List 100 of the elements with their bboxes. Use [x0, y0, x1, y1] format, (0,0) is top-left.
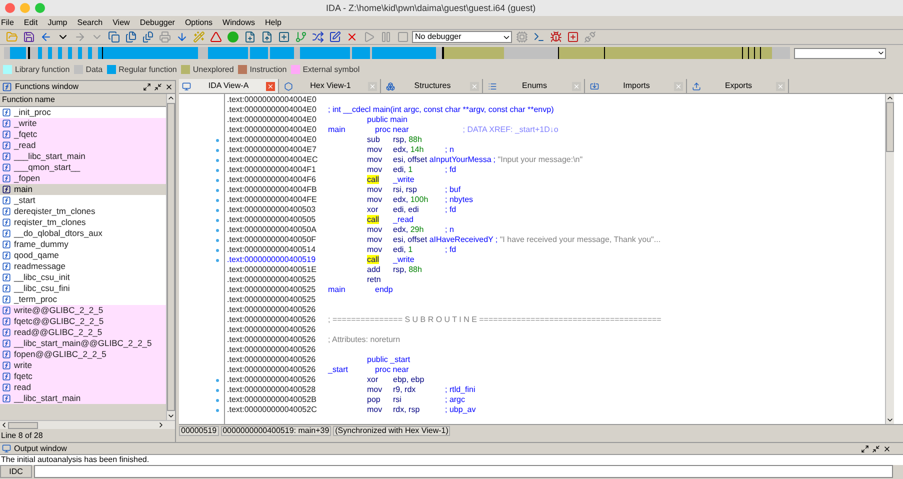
- function-row[interactable]: __libc_start_main@@GLIBC_2_2_5: [0, 338, 166, 349]
- stop-icon[interactable]: [395, 30, 410, 44]
- branch-icon[interactable]: [293, 30, 308, 44]
- zoom-button[interactable]: [35, 3, 45, 13]
- shuffle-icon[interactable]: [310, 30, 325, 44]
- scroll-right-icon[interactable]: [157, 421, 165, 429]
- comment: ; DATA XREF: _start+1D↓o: [462, 126, 558, 134]
- scrollbar[interactable]: [885, 94, 894, 424]
- function-row[interactable]: _fqetc: [0, 129, 166, 140]
- function-row[interactable]: dereqister_tm_clones: [0, 206, 166, 217]
- file-stack-icon[interactable]: [140, 30, 155, 44]
- scroll-up-icon[interactable]: [167, 94, 175, 102]
- function-row[interactable]: qood_qame: [0, 250, 166, 261]
- command-field[interactable]: [34, 465, 893, 478]
- function-row[interactable]: __libc_start_main: [0, 393, 166, 404]
- printer-icon[interactable]: [157, 30, 172, 44]
- circle-icon[interactable]: [225, 30, 240, 44]
- mnemonic: endp: [375, 285, 393, 294]
- horizontal-scrollbar[interactable]: [0, 420, 175, 429]
- column-header[interactable]: Function name: [0, 94, 166, 107]
- function-row[interactable]: __libc_csu_fini: [0, 283, 166, 294]
- save-icon[interactable]: [21, 30, 36, 44]
- function-row[interactable]: fqetc: [0, 371, 166, 382]
- operands: edi, 1: [393, 165, 413, 174]
- function-row[interactable]: ___libc_start_main: [0, 151, 166, 162]
- comment: ; buf: [445, 186, 461, 194]
- comment: ; ubp_av: [445, 406, 476, 414]
- copy-icon[interactable]: [106, 30, 121, 44]
- menu-item[interactable]: Options: [184, 18, 214, 26]
- files-icon[interactable]: [123, 30, 138, 44]
- comment: ; argc: [445, 396, 466, 404]
- function-row[interactable]: readmessage: [0, 261, 166, 272]
- menu-item[interactable]: Search: [76, 18, 104, 26]
- function-row[interactable]: _write: [0, 118, 166, 129]
- menu-item[interactable]: Help: [264, 18, 282, 26]
- function-row[interactable]: reqister_tm_clones: [0, 217, 166, 228]
- import-icon: [590, 82, 599, 90]
- address: .text:00000000004004FB: [227, 186, 318, 194]
- function-row[interactable]: frame_dummy: [0, 239, 166, 250]
- function-row[interactable]: _read: [0, 140, 166, 151]
- address: .text:0000000000400526: [227, 326, 317, 334]
- function-icon: [2, 394, 11, 403]
- function-row[interactable]: __libc_csu_init: [0, 272, 166, 283]
- status-field: 0000000000400519: main+39: [220, 426, 332, 436]
- function-row[interactable]: _fopen: [0, 173, 166, 184]
- restore-icon[interactable]: [872, 444, 880, 452]
- scroll-down-icon[interactable]: [886, 416, 894, 424]
- debugger-select[interactable]: No debugger: [412, 31, 512, 43]
- scroll-down-icon[interactable]: [167, 412, 175, 420]
- close-button[interactable]: [5, 3, 15, 13]
- scroll-thumb[interactable]: [8, 422, 38, 428]
- maximize-icon[interactable]: [143, 83, 151, 91]
- menu-item[interactable]: Windows: [222, 18, 256, 26]
- menu-item[interactable]: Edit: [22, 18, 39, 26]
- triangle-icon[interactable]: [208, 30, 223, 44]
- tab[interactable]: IDA View-A: [179, 79, 279, 93]
- segment-select[interactable]: [794, 48, 886, 58]
- restore-icon[interactable]: [154, 83, 162, 91]
- operands: _write: [393, 255, 414, 264]
- mnemonic: sub: [367, 135, 380, 144]
- function-row[interactable]: _start: [0, 195, 166, 206]
- comment: ; n: [445, 226, 454, 234]
- bug-icon[interactable]: [548, 30, 563, 44]
- function-row[interactable]: fqetc@@GLIBC_2_2_5: [0, 316, 166, 327]
- function-row[interactable]: __do_qlobal_dtors_aux: [0, 228, 166, 239]
- tab[interactable]: Structures: [383, 79, 483, 93]
- function-icon: [2, 361, 11, 370]
- address: .text:0000000000400526: [227, 306, 317, 314]
- function-row[interactable]: _term_proc: [0, 294, 166, 305]
- scroll-up-icon[interactable]: [886, 94, 894, 102]
- plug-icon[interactable]: [582, 30, 597, 44]
- scroll-left-icon[interactable]: [0, 421, 8, 429]
- function-row[interactable]: write: [0, 360, 166, 371]
- mnemonic: xor: [367, 205, 378, 214]
- tab[interactable]: Imports: [587, 79, 687, 93]
- function-row[interactable]: read: [0, 382, 166, 393]
- menu-item[interactable]: Debugger: [138, 18, 176, 26]
- label: main: [328, 125, 346, 134]
- close-icon[interactable]: [165, 83, 173, 91]
- function-row[interactable]: write@@GLIBC_2_2_5: [0, 305, 166, 316]
- function-row[interactable]: _init_proc: [0, 107, 166, 118]
- menu-item[interactable]: File: [0, 18, 15, 26]
- function-icon: [2, 82, 12, 92]
- close-icon: [471, 82, 478, 90]
- tab-close-button[interactable]: [266, 82, 275, 90]
- function-row[interactable]: fopen@@GLIBC_2_2_5: [0, 349, 166, 360]
- menu-item[interactable]: View: [112, 18, 131, 26]
- function-icon: [2, 141, 11, 150]
- function-row[interactable]: ___qmon_start__: [0, 162, 166, 173]
- scrollbar[interactable]: [166, 94, 175, 420]
- idc-button[interactable]: IDC: [0, 465, 32, 478]
- pen-icon[interactable]: [327, 30, 342, 44]
- scroll-thumb[interactable]: [886, 102, 894, 152]
- close-icon[interactable]: [883, 444, 891, 452]
- plus-icon[interactable]: [276, 30, 291, 44]
- plus-icon[interactable]: [565, 30, 580, 44]
- menu-item[interactable]: Jump: [46, 18, 68, 26]
- maximize-icon[interactable]: [861, 444, 869, 452]
- scroll-thumb[interactable]: [167, 103, 175, 411]
- function-row[interactable]: read@@GLIBC_2_2_5: [0, 327, 166, 338]
